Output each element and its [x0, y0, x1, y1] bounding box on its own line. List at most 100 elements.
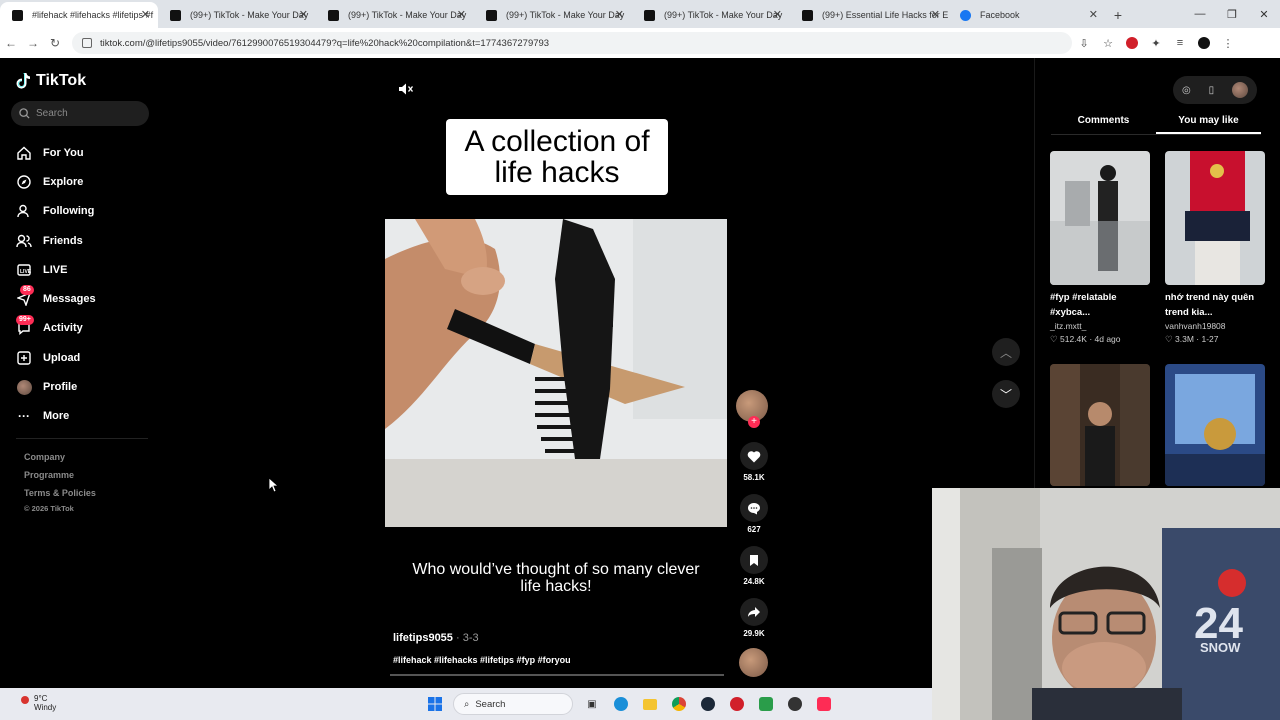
browser-tab-bar: #lifehack #lifehacks #lifetips #f ✕ (99+)… [0, 0, 1280, 28]
browser-tab[interactable]: (99+) TikTok - Make Your Day ✕ [158, 2, 316, 28]
taskbar-search[interactable]: ⌕ Search [453, 693, 573, 715]
follow-plus-icon[interactable]: + [748, 416, 760, 428]
site-info-icon[interactable] [82, 38, 92, 48]
close-icon[interactable]: ✕ [1089, 8, 1098, 21]
bookmark-star-icon[interactable]: ☆ [1096, 32, 1120, 54]
install-icon[interactable]: ⇩ [1072, 32, 1096, 54]
footer-link-programme[interactable]: Programme [24, 466, 96, 484]
close-icon[interactable]: ✕ [299, 8, 308, 21]
sidebar-item-label: For You [43, 146, 84, 159]
url-field[interactable]: tiktok.com/@lifetips9055/video/761299007… [72, 32, 1072, 54]
card-age: 4d ago [1094, 334, 1121, 344]
recommended-video-card[interactable] [1050, 364, 1150, 486]
sidebar-item-more[interactable]: ··· More [16, 402, 96, 431]
menu-icon[interactable]: ⋮ [1216, 32, 1240, 54]
recommended-video-card[interactable]: #fyp #relatable #xybca... _itz.mxtt_ ♡ 5… [1050, 151, 1150, 345]
user-avatar[interactable] [1232, 82, 1249, 98]
following-icon [16, 203, 32, 219]
save-button[interactable]: 24.8K [738, 546, 770, 586]
tiktok-logo[interactable]: TikTok [16, 72, 86, 90]
steam-icon[interactable] [697, 693, 719, 715]
chevron-up-icon: ︿ [992, 338, 1020, 366]
edge-icon[interactable] [610, 693, 632, 715]
previous-video-button[interactable]: ︿ [992, 338, 1020, 366]
close-window-icon[interactable]: ✕ [1248, 0, 1280, 28]
card-username[interactable]: _itz.mxtt_ [1050, 321, 1150, 331]
video-thumbnail[interactable] [1050, 151, 1150, 285]
video-progress-bar[interactable] [390, 674, 724, 676]
tab-comments[interactable]: Comments [1051, 115, 1156, 134]
tiktok-app-icon[interactable] [813, 693, 835, 715]
close-icon[interactable]: ✕ [931, 8, 940, 21]
browser-tab[interactable]: Facebook ✕ [948, 2, 1106, 28]
sidebar-item-upload[interactable]: Upload [16, 343, 96, 372]
sidebar-item-profile[interactable]: Profile [16, 372, 96, 401]
recommended-video-card[interactable] [1165, 364, 1265, 486]
phone-icon[interactable]: ▯ [1209, 85, 1215, 96]
opera-extension-icon[interactable] [1120, 32, 1144, 54]
media-icon[interactable]: ≡ [1168, 32, 1192, 54]
sidebar-item-following[interactable]: Following [16, 197, 96, 226]
close-icon[interactable]: ✕ [141, 8, 150, 21]
sidebar-item-for-you[interactable]: For You [16, 138, 96, 167]
back-icon[interactable]: ← [0, 36, 22, 50]
next-video-button[interactable]: ﹀ [992, 380, 1020, 408]
app-icon[interactable] [755, 693, 777, 715]
video-thumbnail[interactable] [1165, 364, 1265, 486]
compass-icon[interactable]: ◎ [1182, 85, 1191, 96]
obs-icon[interactable] [784, 693, 806, 715]
browser-tab[interactable]: (99+) TikTok - Make Your Day ✕ [632, 2, 790, 28]
video-thumbnail[interactable] [1165, 151, 1265, 285]
browser-tab[interactable]: (99+) TikTok - Make Your Day ✕ [316, 2, 474, 28]
task-view-icon[interactable]: ▣ [581, 693, 603, 715]
search-input[interactable]: Search [11, 101, 149, 126]
post-date: · 3-3 [455, 632, 479, 644]
sidebar-item-live[interactable]: LIVE LIVE [16, 255, 96, 284]
webcam-overlay: 24 SNOW [932, 488, 1280, 720]
share-button[interactable]: 29.9K [738, 598, 770, 638]
recommended-video-card[interactable]: nhớ trend này quên trend kia... vanhvanh… [1165, 151, 1265, 345]
more-icon: ··· [18, 409, 30, 424]
minimize-icon[interactable]: — [1184, 0, 1216, 28]
reload-icon[interactable]: ↻ [44, 36, 66, 50]
browser-tab[interactable]: (99+) Essential Life Hacks for Ev ✕ [790, 2, 948, 28]
extensions-icon[interactable]: ✦ [1144, 32, 1168, 54]
file-explorer-icon[interactable] [639, 693, 661, 715]
browser-tab[interactable]: (99+) TikTok - Make Your Day ✕ [474, 2, 632, 28]
video-hashtags[interactable]: #lifehack #lifehacks #lifetips #fyp #for… [393, 655, 571, 665]
notification-badge: 99+ [16, 314, 34, 325]
tab-you-may-like[interactable]: You may like [1156, 115, 1261, 134]
card-username[interactable]: vanhvanh19808 [1165, 321, 1265, 331]
like-button[interactable]: 58.1K [738, 442, 770, 482]
profile-icon[interactable] [1192, 32, 1216, 54]
close-icon[interactable]: ✕ [615, 8, 624, 21]
forward-icon[interactable]: → [22, 36, 44, 50]
video-author[interactable]: lifetips9055 · 3-3 [393, 632, 479, 644]
browser-tab[interactable]: #lifehack #lifehacks #lifetips #f ✕ [0, 2, 158, 28]
footer-link-terms[interactable]: Terms & Policies [24, 484, 96, 502]
chrome-icon[interactable] [668, 693, 690, 715]
close-icon[interactable]: ✕ [457, 8, 466, 21]
new-tab-button[interactable]: + [1106, 2, 1130, 28]
tiktok-icon [644, 10, 655, 21]
windows-start-icon[interactable] [424, 693, 446, 715]
video-player[interactable] [385, 219, 727, 527]
weather-widget[interactable]: 9°C Windy [18, 694, 56, 712]
restore-icon[interactable]: ❐ [1216, 0, 1248, 28]
comment-button[interactable]: 627 [738, 494, 770, 534]
opera-icon[interactable] [726, 693, 748, 715]
video-frame-image [385, 219, 727, 527]
author-name[interactable]: lifetips9055 [393, 632, 453, 644]
mute-icon[interactable] [398, 82, 414, 99]
comment-count: 627 [747, 525, 761, 534]
friends-icon [16, 233, 32, 249]
compass-icon [16, 174, 32, 190]
music-disc-avatar[interactable] [739, 648, 768, 677]
sidebar-item-messages[interactable]: 86 Messages [16, 284, 96, 313]
sidebar-item-activity[interactable]: 99+ Activity [16, 314, 96, 343]
close-icon[interactable]: ✕ [773, 8, 782, 21]
video-thumbnail[interactable] [1050, 364, 1150, 486]
sidebar-item-friends[interactable]: Friends [16, 226, 96, 255]
footer-link-company[interactable]: Company [24, 448, 96, 466]
sidebar-item-explore[interactable]: Explore [16, 167, 96, 196]
